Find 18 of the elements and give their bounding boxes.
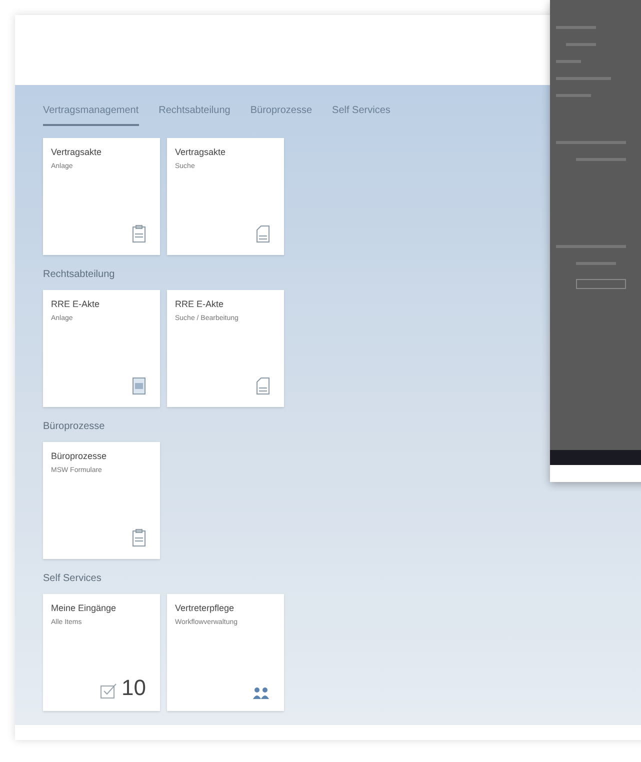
group-title: Büroprozesse	[43, 420, 106, 434]
clipboard-icon	[132, 529, 146, 547]
form-icon	[132, 377, 146, 395]
tile-title: Meine Eingänge	[51, 602, 118, 615]
tile-title: Vertragsakte	[51, 146, 103, 159]
tile-title: RRE E-Akte	[175, 298, 225, 311]
tile-title: Büroprozesse	[51, 450, 108, 463]
clipboard-icon	[132, 225, 146, 243]
checkbox-icon	[100, 683, 118, 699]
tile-title: Vertragsakte	[175, 146, 227, 159]
tile-title: RRE E-Akte	[51, 298, 101, 311]
document-icon	[256, 377, 270, 395]
tile-title: Vertreterpflege	[175, 602, 236, 615]
group-title: Rechtsabteilung	[43, 268, 116, 282]
group-title: Self Services	[43, 572, 102, 586]
document-icon	[256, 225, 270, 243]
people-icon	[252, 687, 270, 699]
tile-count: 10	[122, 677, 146, 699]
